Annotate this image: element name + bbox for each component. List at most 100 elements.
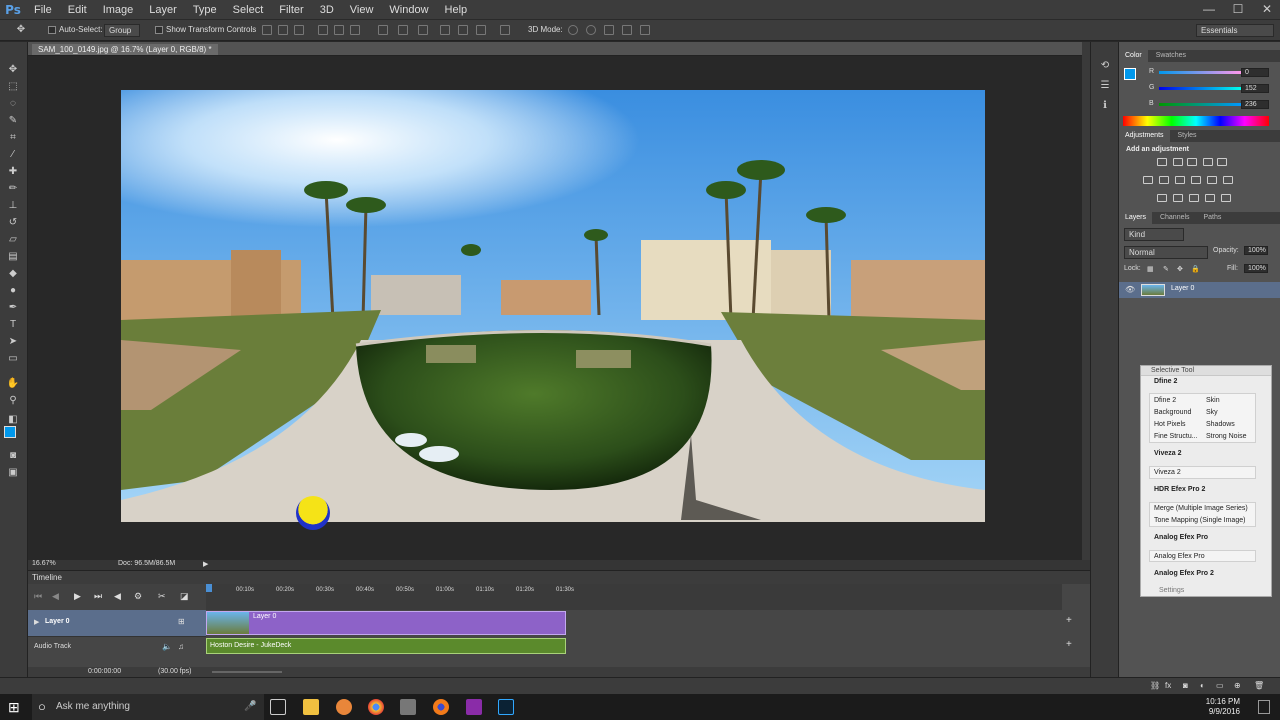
menu-edit[interactable]: Edit (60, 4, 95, 16)
history-icon[interactable]: ⟲ (1098, 60, 1112, 72)
photoshop-taskbar-icon[interactable] (498, 699, 514, 715)
expand-track-icon[interactable]: ▶ (34, 618, 39, 626)
hdr-item[interactable]: Merge (Multiple Image Series) (1154, 505, 1248, 512)
distribute-bottom-icon[interactable] (350, 25, 360, 35)
eraser-tool-icon[interactable]: ▱ (6, 234, 20, 246)
selective-color-icon[interactable] (1221, 194, 1231, 202)
dfine-item[interactable]: Fine Structu... (1154, 433, 1198, 440)
curves-icon[interactable] (1187, 158, 1197, 166)
timeline-ruler[interactable]: 00:10s 00:20s 00:30s 00:40s 00:50s 01:00… (206, 584, 1062, 610)
menu-view[interactable]: View (342, 4, 382, 16)
layer-style-icon[interactable]: fx (1165, 681, 1171, 690)
windows-start-icon[interactable]: ⊞ (8, 699, 24, 715)
move-tool-icon[interactable]: ✥ (14, 24, 28, 36)
go-to-first-frame-icon[interactable]: ⏮ (34, 591, 42, 602)
layer-filter-kind[interactable]: Kind (1124, 228, 1184, 241)
auto-align-icon[interactable] (500, 25, 510, 35)
zoom-tool-icon[interactable]: ⚲ (6, 395, 20, 407)
onenote-icon[interactable] (466, 699, 482, 715)
dfine-item[interactable]: Sky (1206, 409, 1218, 416)
exposure-icon[interactable] (1203, 158, 1213, 166)
align-bottom-icon[interactable] (294, 25, 304, 35)
color-balance-icon[interactable] (1159, 176, 1169, 184)
dfine-item[interactable]: Background (1154, 409, 1191, 416)
vibrance-icon[interactable] (1217, 158, 1227, 166)
lock-position-icon[interactable]: ✥ (1177, 265, 1183, 273)
levels-icon[interactable] (1173, 158, 1183, 166)
pen-tool-icon[interactable]: ✒ (6, 302, 20, 314)
firefox-icon[interactable] (433, 699, 449, 715)
layer-row[interactable]: 👁 Layer 0 (1119, 282, 1280, 298)
gradient-map-icon[interactable] (1205, 194, 1215, 202)
lock-all-icon[interactable]: 🔒 (1191, 265, 1200, 273)
tab-adjustments[interactable]: Adjustments (1119, 130, 1170, 142)
show-transform-checkbox[interactable] (155, 26, 163, 34)
align-center-icon[interactable] (398, 25, 408, 35)
clone-stamp-tool-icon[interactable]: ⊥ (6, 200, 20, 212)
viveza-heading[interactable]: Viveza 2 (1154, 450, 1182, 457)
menu-3d[interactable]: 3D (312, 4, 342, 16)
zoom-level[interactable]: 16.67% (32, 560, 56, 567)
menu-layer[interactable]: Layer (141, 4, 185, 16)
audio-clip[interactable]: Hoston Desire - JukeDeck (206, 638, 566, 654)
dfine-item[interactable]: Strong Noise (1206, 433, 1246, 440)
layer-clip[interactable]: Layer 0 (206, 611, 566, 635)
tab-channels[interactable]: Channels (1154, 212, 1196, 224)
menu-type[interactable]: Type (185, 4, 225, 16)
black-white-icon[interactable] (1175, 176, 1185, 184)
history-brush-tool-icon[interactable]: ↺ (6, 217, 20, 229)
g-value[interactable]: 152 (1241, 84, 1269, 93)
add-media-icon[interactable]: + (1066, 615, 1072, 626)
panorama-photo[interactable] (121, 90, 985, 522)
dfine-item[interactable]: Skin (1206, 397, 1220, 404)
3d-scale-icon[interactable] (640, 25, 650, 35)
hdr-item[interactable]: Tone Mapping (Single Image) (1154, 517, 1245, 524)
menu-select[interactable]: Select (225, 4, 272, 16)
playhead[interactable] (206, 584, 212, 592)
gradient-tool-icon[interactable]: ▤ (6, 251, 20, 263)
previous-frame-icon[interactable]: ◀ (52, 591, 59, 602)
play-icon[interactable]: ▶ (74, 591, 81, 602)
quick-select-tool-icon[interactable]: ✎ (6, 115, 20, 127)
minimize-button[interactable]: — (1200, 0, 1218, 19)
invert-icon[interactable] (1157, 194, 1167, 202)
new-layer-icon[interactable]: ⊕ (1234, 681, 1241, 690)
color-spectrum[interactable] (1123, 116, 1269, 126)
next-frame-icon[interactable]: ⏭ (94, 591, 102, 602)
settings-gear-icon[interactable]: ⚙ (134, 591, 142, 602)
type-tool-icon[interactable]: T (6, 319, 20, 331)
lasso-tool-icon[interactable]: ◌ (6, 98, 20, 110)
r-value[interactable]: 0 (1241, 68, 1269, 77)
speaker-icon[interactable]: 🔈 (162, 642, 172, 651)
layer-mask-icon[interactable]: ◙ (1183, 681, 1188, 690)
fill-value[interactable]: 100% (1244, 264, 1268, 273)
auto-select-dropdown[interactable]: Group (104, 24, 140, 37)
align-middle-icon[interactable] (278, 25, 288, 35)
align-right-icon[interactable] (418, 25, 428, 35)
distribute-center-icon[interactable] (458, 25, 468, 35)
menu-help[interactable]: Help (437, 4, 476, 16)
menu-image[interactable]: Image (95, 4, 142, 16)
taskbar-search[interactable]: ○ Ask me anything 🎤 (32, 694, 264, 720)
path-select-tool-icon[interactable]: ➤ (6, 336, 20, 348)
status-arrow-icon[interactable]: ▶ (203, 560, 208, 568)
settings-link[interactable]: Settings (1159, 587, 1184, 594)
menu-filter[interactable]: Filter (271, 4, 311, 16)
layer-track-header[interactable]: ▶ Layer 0 ⊞ (28, 610, 206, 636)
transition-icon[interactable]: ◪ (180, 591, 189, 602)
tab-layers[interactable]: Layers (1119, 212, 1153, 224)
fg-color-chip[interactable] (1124, 68, 1136, 80)
foreground-color-swatch[interactable] (4, 426, 16, 438)
blend-mode-dropdown[interactable]: Normal (1124, 246, 1208, 259)
canvas-area[interactable] (28, 56, 1090, 560)
adjustment-layer-icon[interactable]: ◐ (1200, 681, 1205, 690)
lock-image-icon[interactable]: ✎ (1163, 265, 1169, 273)
track-options-icon[interactable]: ⊞ (178, 617, 185, 626)
add-audio-icon[interactable]: + (1066, 639, 1072, 650)
tab-color[interactable]: Color (1119, 50, 1148, 62)
analog2-heading[interactable]: Analog Efex Pro 2 (1154, 570, 1214, 577)
3d-slide-icon[interactable] (622, 25, 632, 35)
photo-filter-icon[interactable] (1191, 176, 1201, 184)
menu-window[interactable]: Window (381, 4, 436, 16)
analog-item[interactable]: Analog Efex Pro (1154, 553, 1205, 560)
